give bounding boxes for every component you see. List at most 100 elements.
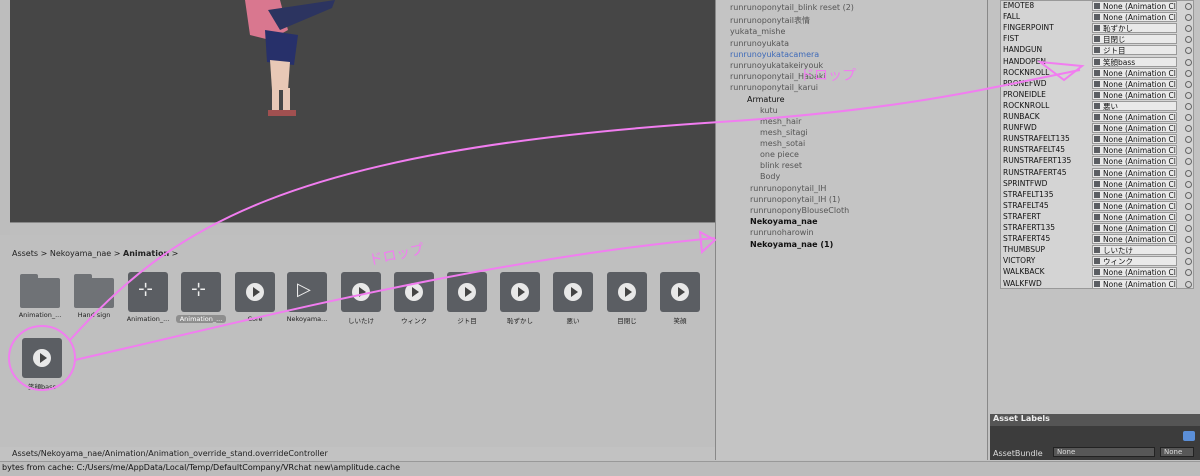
- hierarchy-item[interactable]: mesh_sitagi: [760, 128, 808, 137]
- object-picker-icon[interactable]: [1185, 258, 1192, 266]
- asset-folder-animation[interactable]: Animation_...: [15, 272, 65, 319]
- override-clip-field[interactable]: ジト目: [1092, 45, 1177, 56]
- hierarchy-item[interactable]: Nekoyama_nae (1): [750, 240, 833, 249]
- override-clip-field[interactable]: 目閉じ: [1092, 34, 1177, 45]
- object-picker-icon[interactable]: [1185, 69, 1192, 77]
- object-picker-icon[interactable]: [1185, 102, 1192, 110]
- object-picker-icon[interactable]: [1185, 147, 1192, 155]
- object-picker-icon[interactable]: [1185, 36, 1192, 44]
- object-picker-icon[interactable]: [1185, 225, 1192, 232]
- asset-controller-2[interactable]: ⊹ Animation_...: [176, 272, 226, 323]
- object-picker-icon[interactable]: [1185, 14, 1192, 22]
- object-picker-icon[interactable]: [1185, 136, 1192, 144]
- override-clip-field[interactable]: 悪い: [1092, 100, 1177, 111]
- asset-variant-select[interactable]: None: [1160, 447, 1194, 457]
- override-clip-field[interactable]: None (Animation Cl: [1092, 278, 1177, 289]
- object-picker-icon[interactable]: [1185, 25, 1192, 33]
- override-clip-field[interactable]: None (Animation Cl: [1092, 167, 1177, 178]
- hierarchy-item[interactable]: runrunoharowin: [750, 228, 814, 237]
- hierarchy-item[interactable]: Nekoyama_nae: [750, 217, 818, 226]
- object-picker-icon[interactable]: [1185, 202, 1192, 210]
- hierarchy-item[interactable]: runrunoyukatacamera: [730, 50, 819, 59]
- asset-anim-core[interactable]: Core: [230, 272, 280, 323]
- hierarchy-item[interactable]: runrunoponytail_Habaki: [730, 72, 826, 81]
- asset-anim-warui[interactable]: 悪い: [548, 272, 598, 325]
- override-clip-field[interactable]: None (Animation Cl: [1092, 78, 1177, 89]
- object-picker-icon[interactable]: [1185, 247, 1192, 255]
- object-picker-icon[interactable]: [1185, 169, 1192, 177]
- override-clip-field[interactable]: None (Animation Cl: [1092, 67, 1177, 78]
- override-clip-field[interactable]: しいたけ: [1092, 245, 1177, 256]
- override-clip-field[interactable]: None (Animation Cl: [1092, 89, 1177, 100]
- controller-icon: ⊹: [181, 272, 221, 312]
- asset-anim-wink[interactable]: ウィンク: [389, 272, 439, 325]
- hierarchy-item[interactable]: runrunoponytail_IH (1): [750, 195, 840, 204]
- override-clip-field[interactable]: None (Animation Cl: [1092, 211, 1177, 222]
- breadcrumb-assets[interactable]: Assets: [12, 249, 38, 258]
- breadcrumb-animation[interactable]: Animation: [123, 249, 169, 258]
- asset-anim-jitome[interactable]: ジト目: [442, 272, 492, 325]
- hierarchy-item[interactable]: Body: [760, 172, 780, 181]
- object-picker-icon[interactable]: [1185, 180, 1192, 188]
- hierarchy-item[interactable]: runrunoyukata: [730, 39, 789, 48]
- object-picker-icon[interactable]: [1185, 80, 1192, 88]
- tag-icon[interactable]: [1183, 431, 1195, 441]
- asset-anim-egao-bass[interactable]: 笑顔bass: [17, 338, 67, 391]
- hierarchy-item[interactable]: runrunoyukatakeiryouk: [730, 61, 823, 70]
- hierarchy-item[interactable]: one piece: [760, 150, 799, 159]
- override-clip-field[interactable]: None (Animation Cl: [1092, 145, 1177, 156]
- asset-blend-tree[interactable]: ▷ Nekoyama...: [282, 272, 332, 323]
- override-clip-field[interactable]: None (Animation Cl: [1092, 223, 1177, 233]
- animation-clip-icon: [447, 272, 487, 312]
- object-picker-icon[interactable]: [1185, 280, 1192, 288]
- override-clip-field[interactable]: None (Animation Cl: [1092, 12, 1177, 23]
- override-clip-field[interactable]: None (Animation Cl: [1092, 234, 1177, 245]
- object-picker-icon[interactable]: [1185, 3, 1192, 10]
- object-picker-icon[interactable]: [1185, 213, 1192, 221]
- object-picker-icon[interactable]: [1185, 158, 1192, 166]
- hierarchy-item[interactable]: runrunoponytail表情: [730, 15, 810, 26]
- override-clip-field[interactable]: None (Animation Cl: [1092, 134, 1177, 145]
- override-state-name: WALKFWD: [1003, 278, 1042, 288]
- hierarchy-item[interactable]: runrunoponytail_IH: [750, 184, 826, 193]
- object-picker-icon[interactable]: [1185, 191, 1192, 199]
- asset-controller-1[interactable]: ⊹ Animation_...: [123, 272, 173, 323]
- override-clip-field[interactable]: None (Animation Cl: [1092, 267, 1177, 278]
- hierarchy-item[interactable]: runrunoponytail_blink reset (2): [730, 3, 854, 12]
- override-clip-field[interactable]: 恥ずかし: [1092, 23, 1177, 34]
- asset-folder-hand-sign[interactable]: Hand sign: [69, 272, 119, 319]
- override-clip-field[interactable]: None (Animation Cl: [1092, 112, 1177, 122]
- asset-anim-shiitake[interactable]: しいたけ: [336, 272, 386, 325]
- object-picker-icon[interactable]: [1185, 236, 1192, 244]
- object-picker-icon[interactable]: [1185, 47, 1192, 55]
- hierarchy-item[interactable]: mesh_hair: [760, 117, 801, 126]
- override-clip-field[interactable]: None (Animation Cl: [1092, 123, 1177, 134]
- hierarchy-item[interactable]: Armature: [747, 95, 785, 104]
- asset-anim-hazukashi[interactable]: 恥ずかし: [495, 272, 545, 325]
- asset-anim-metoji[interactable]: 目閉じ: [602, 272, 652, 325]
- asset-bundle-select[interactable]: None: [1053, 447, 1155, 457]
- hierarchy-item[interactable]: runrunoponytail_karui: [730, 83, 818, 92]
- scene-view[interactable]: [0, 0, 715, 235]
- hierarchy-item[interactable]: kutu: [760, 106, 778, 115]
- override-state-name: HANDOPEN: [1003, 56, 1046, 66]
- hierarchy-item[interactable]: yukata_mishe: [730, 27, 785, 36]
- object-picker-icon[interactable]: [1185, 58, 1192, 66]
- override-row: WALKBACK None (Animation Cl: [1003, 267, 1198, 278]
- object-picker-icon[interactable]: [1185, 125, 1192, 133]
- override-clip-field[interactable]: None (Animation Cl: [1092, 178, 1177, 189]
- override-clip-field[interactable]: None (Animation Cl: [1092, 156, 1177, 167]
- hierarchy-item[interactable]: mesh_sotai: [760, 139, 805, 148]
- override-clip-field[interactable]: 笑顔bass: [1092, 56, 1177, 67]
- object-picker-icon[interactable]: [1185, 269, 1192, 277]
- override-clip-field[interactable]: None (Animation Cl: [1092, 189, 1177, 200]
- object-picker-icon[interactable]: [1185, 114, 1192, 121]
- hierarchy-item[interactable]: blink reset: [760, 161, 802, 170]
- asset-anim-egao[interactable]: 笑顔: [655, 272, 705, 325]
- object-picker-icon[interactable]: [1185, 91, 1192, 99]
- override-clip-field[interactable]: None (Animation Cl: [1092, 1, 1177, 11]
- override-clip-field[interactable]: None (Animation Cl: [1092, 200, 1177, 211]
- breadcrumb-nekoyama[interactable]: Nekoyama_nae: [50, 249, 111, 258]
- hierarchy-item[interactable]: runrunoponyBlouseCloth: [750, 206, 849, 215]
- override-clip-field[interactable]: ウィンク: [1092, 256, 1177, 267]
